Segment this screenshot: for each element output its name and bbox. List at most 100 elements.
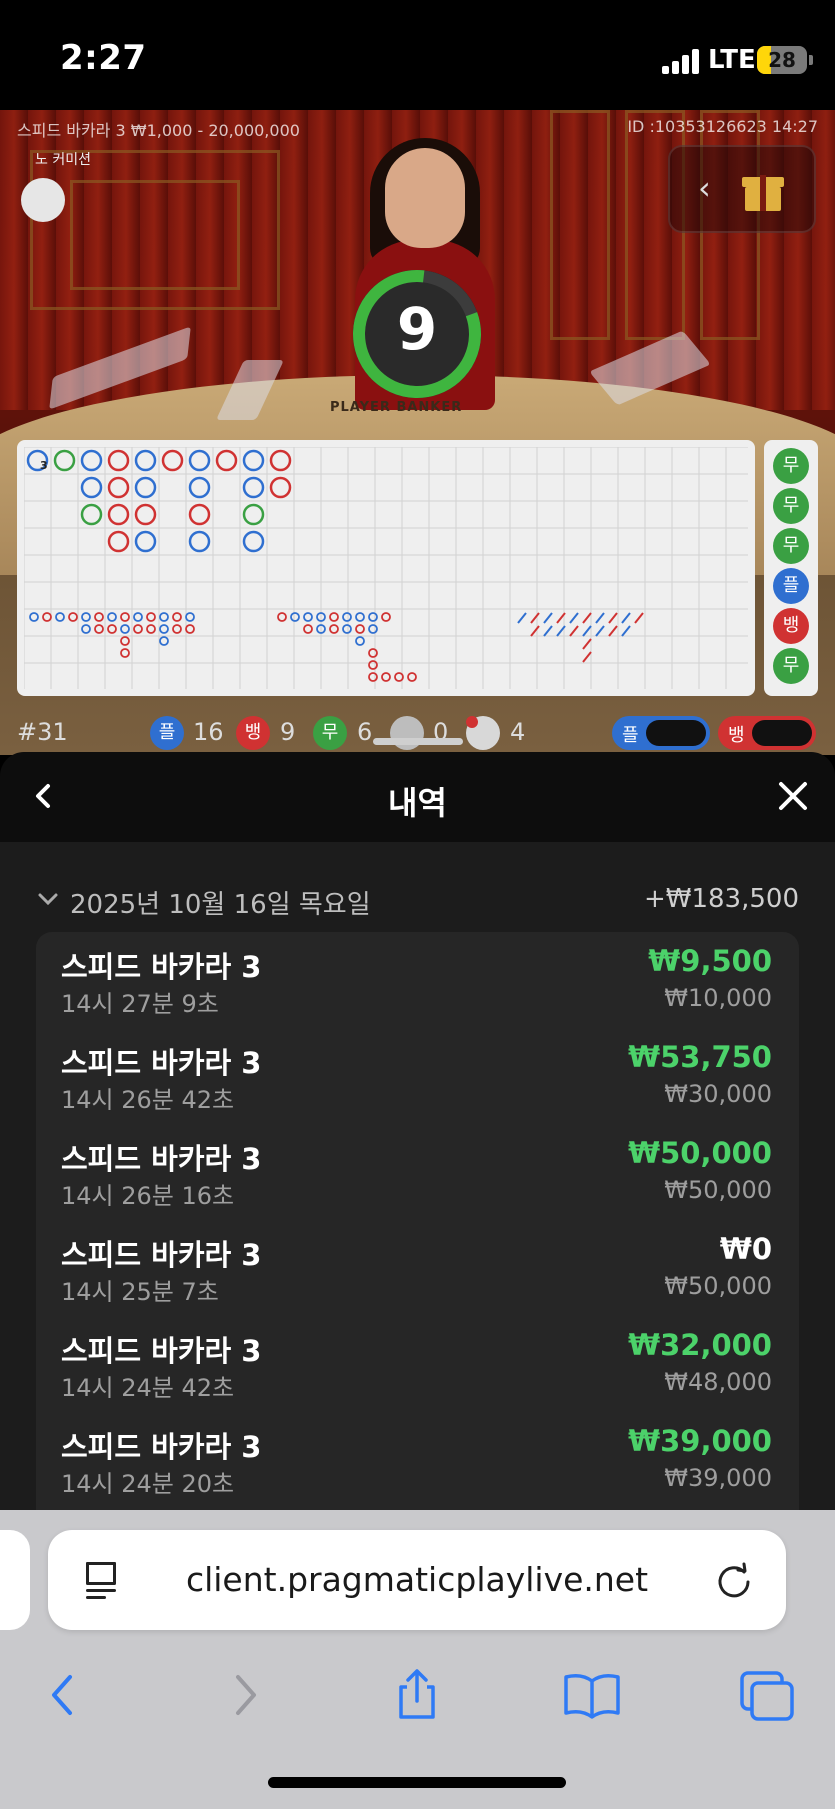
player-predict-button[interactable]: 플 (612, 716, 710, 750)
bet-time: 14시 26분 16초 (61, 1182, 235, 1210)
sheet-grabber[interactable] (373, 738, 463, 745)
tie-count: 6 (357, 718, 373, 746)
tie-stat-chip: 무 (313, 716, 347, 750)
derived-road-mark (407, 672, 417, 682)
game-title: 스피드 바카라 3 ₩1,000 - 20,000,000 (17, 121, 300, 140)
derived-road-mark (290, 612, 300, 622)
big-road-mark (80, 449, 103, 472)
close-button[interactable] (771, 774, 815, 818)
derived-road-mark (81, 612, 91, 622)
no-commission-toggle[interactable] (21, 178, 65, 222)
big-road-mark (188, 530, 211, 553)
cockroach-road-mark (569, 612, 579, 624)
big-road-mark (242, 530, 265, 553)
derived-road-mark (172, 612, 182, 622)
side-road: 무무무플뱅무 (764, 440, 818, 696)
banker-pair-count: 4 (510, 718, 526, 746)
derived-road-mark (81, 624, 91, 634)
cockroach-road-mark (543, 625, 553, 637)
bet-stake: ₩30,000 (664, 1080, 772, 1108)
countdown-timer: 9 (348, 265, 486, 403)
road-grid: 3 (24, 447, 748, 689)
big-road-mark (134, 503, 157, 526)
status-bar: 2:27 LTE 28 (0, 0, 835, 110)
list-item[interactable]: 스피드 바카라 3 14시 24분 42초 ₩32,000 ₩48,000 (36, 1318, 799, 1414)
derived-road-mark (159, 624, 169, 634)
list-item[interactable]: 스피드 바카라 3 14시 25분 7초 ₩0 ₩50,000 (36, 1222, 799, 1318)
bead-road-count: 3 (40, 459, 48, 472)
list-item[interactable]: 스피드 바카라 3 14시 26분 16초 ₩50,000 ₩50,000 (36, 1126, 799, 1222)
cockroach-road-mark (595, 625, 605, 637)
browser-back-button[interactable] (24, 1655, 104, 1735)
derived-road-mark (277, 612, 287, 622)
no-commission-label: 노 커미션 (35, 152, 91, 168)
address-bar[interactable]: client.pragmaticplaylive.net (48, 1530, 786, 1630)
status-time: 2:27 (60, 38, 147, 78)
chevron-down-icon[interactable] (36, 884, 60, 920)
derived-road-mark (368, 612, 378, 622)
derived-road-mark (94, 624, 104, 634)
previous-tab[interactable] (0, 1530, 30, 1630)
derived-road-mark (120, 612, 130, 622)
bet-time: 14시 24분 20초 (61, 1470, 235, 1498)
cockroach-road-mark (634, 612, 644, 624)
cockroach-road-mark (582, 625, 592, 637)
scoreboard-road: 3 (17, 440, 755, 696)
bet-stake: ₩50,000 (664, 1272, 772, 1300)
big-road-mark (134, 476, 157, 499)
bet-stake: ₩50,000 (664, 1176, 772, 1204)
derived-road-mark (355, 636, 365, 646)
cockroach-road-mark (582, 612, 592, 624)
cockroach-road-mark (543, 612, 553, 624)
tabs-icon (740, 1671, 794, 1721)
derived-road-mark (368, 624, 378, 634)
banker-predict-icon (752, 720, 812, 746)
derived-road-mark (68, 612, 78, 622)
derived-road-mark (368, 672, 378, 682)
share-button[interactable] (377, 1655, 457, 1735)
date-group-header[interactable]: 2025년 10월 16일 목요일 +₩183,500 (0, 884, 835, 924)
derived-road-mark (303, 612, 313, 622)
home-indicator (268, 1777, 566, 1788)
gift-icon[interactable] (742, 167, 784, 211)
bet-time: 14시 25분 7초 (61, 1278, 219, 1306)
cockroach-road-mark (530, 625, 540, 637)
bet-win: ₩50,000 (628, 1136, 772, 1170)
chevron-left-icon[interactable]: ‹ (698, 169, 711, 207)
timer-value: 9 (396, 295, 438, 363)
big-road-mark (161, 449, 184, 472)
list-item[interactable]: 스피드 바카라 3 14시 27분 9초 ₩9,500 ₩10,000 (36, 934, 799, 1030)
derived-road-mark (94, 612, 104, 622)
derived-road-mark (172, 624, 182, 634)
cockroach-road-mark (517, 612, 527, 624)
bet-stake: ₩39,000 (664, 1464, 772, 1492)
big-road-mark (107, 503, 130, 526)
banker-predict-button[interactable]: 뱅 (718, 716, 816, 750)
derived-road-mark (368, 648, 378, 658)
browser-forward-button[interactable] (204, 1655, 284, 1735)
gift-panel[interactable]: ‹ (668, 145, 816, 233)
battery-level: 28 (768, 48, 796, 72)
banker-pair-icon (466, 716, 500, 750)
bet-game: 스피드 바카라 3 (61, 950, 262, 984)
bet-time: 14시 26분 42초 (61, 1086, 235, 1114)
derived-road-mark (329, 624, 339, 634)
battery-icon: 28 (757, 46, 807, 74)
player-count: 16 (193, 718, 224, 746)
list-item[interactable]: 스피드 바카라 3 14시 24분 20초 ₩39,000 ₩39,000 (36, 1414, 799, 1510)
derived-road-mark (120, 624, 130, 634)
bookmarks-button[interactable] (552, 1655, 632, 1735)
reload-icon[interactable] (712, 1558, 756, 1602)
bet-time: 14시 24분 42초 (61, 1374, 235, 1402)
side-road-chip: 뱅 (773, 608, 809, 644)
cockroach-road-mark (582, 638, 592, 650)
cockroach-road-mark (621, 612, 631, 624)
tabs-button[interactable] (728, 1655, 808, 1735)
derived-road-mark (329, 612, 339, 622)
list-item[interactable]: 스피드 바카라 3 14시 26분 42초 ₩53,750 ₩30,000 (36, 1030, 799, 1126)
derived-road-mark (133, 624, 143, 634)
bet-history-list: 스피드 바카라 3 14시 27분 9초 ₩9,500 ₩10,000 스피드 … (36, 932, 799, 1510)
derived-road-mark (146, 612, 156, 622)
history-list-area: 2025년 10월 16일 목요일 +₩183,500 스피드 바카라 3 14… (0, 842, 835, 1510)
bet-game: 스피드 바카라 3 (61, 1334, 262, 1368)
